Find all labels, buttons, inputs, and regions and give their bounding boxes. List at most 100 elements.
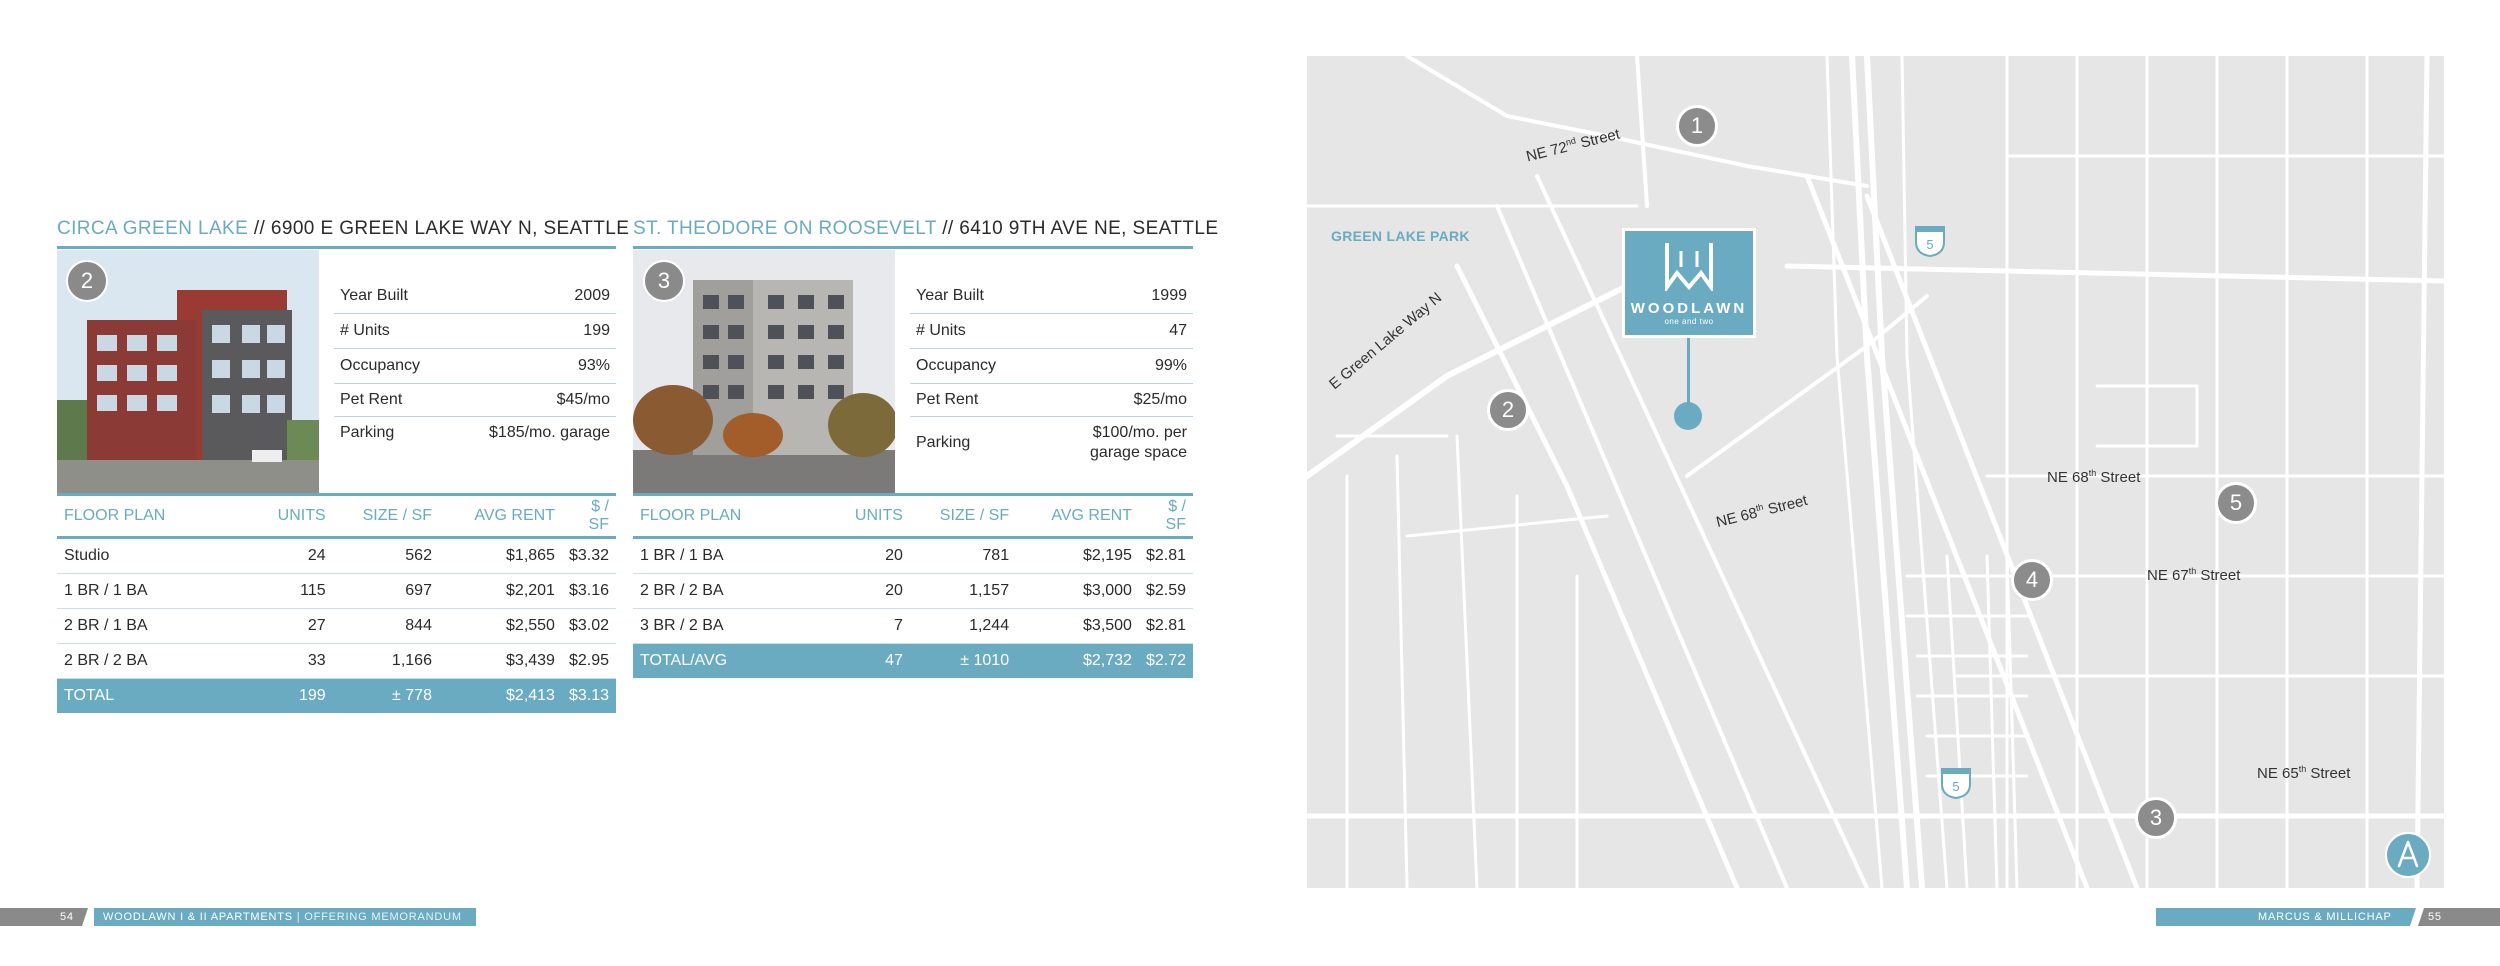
- cell: 3 BR / 2 BA: [633, 608, 828, 644]
- fact-row-parking: Parking $185/mo. garage: [334, 417, 616, 449]
- fact-row-occupancy: Occupancy 99%: [910, 349, 1193, 384]
- table-header-row: FLOOR PLAN UNITS SIZE / SF AVG RENT $ / …: [633, 493, 1193, 539]
- footer-doc-name: WOODLAWN I & II APARTMENTS: [103, 911, 293, 923]
- cell: $3,000: [1016, 573, 1139, 609]
- map-marker-4[interactable]: 4: [2011, 559, 2053, 601]
- footer-slash-divider: [2410, 908, 2424, 926]
- right-property-title: ST. THEODORE ON ROOSEVELT // 6410 9TH AV…: [633, 218, 1218, 240]
- col-size: SIZE / SF: [332, 493, 439, 539]
- cell: $2,732: [1016, 643, 1139, 678]
- footer-right-page-number: 55: [2428, 911, 2442, 923]
- cell: $3.13: [561, 678, 616, 713]
- left-property-address: // 6900 E GREEN LAKE WAY N, SEATTLE: [248, 218, 630, 239]
- cell: 844: [332, 608, 439, 644]
- property-badge-2: 2: [66, 260, 108, 302]
- cell: $2,201: [438, 573, 562, 609]
- cell: $2.95: [561, 643, 616, 679]
- fact-value: 93%: [577, 357, 610, 374]
- map-marker-5[interactable]: 5: [2215, 482, 2257, 524]
- fact-value: 1999: [1151, 286, 1187, 304]
- col-floor-plan: FLOOR PLAN: [57, 493, 250, 539]
- cell: 1 BR / 1 BA: [57, 573, 250, 609]
- table-header-row: FLOOR PLAN UNITS SIZE / SF AVG RENT $ / …: [57, 493, 616, 539]
- cell: 2 BR / 2 BA: [57, 643, 250, 679]
- cell: $2.81: [1138, 608, 1193, 644]
- cell: 33: [249, 643, 333, 679]
- table-row: Studio 24 562 $1,865 $3.32: [57, 537, 616, 574]
- cell: 47: [827, 643, 910, 678]
- cell: $2.81: [1138, 537, 1193, 574]
- table-total-row: TOTAL/AVG 47 ± 1010 $2,732 $2.72: [633, 643, 1193, 678]
- fact-row-pet-rent: Pet Rent $45/mo: [334, 384, 616, 417]
- street-text: NE 65: [2257, 765, 2299, 782]
- fact-row-parking: Parking $100/mo. per garage space: [910, 417, 1193, 469]
- cell: 24: [249, 537, 333, 574]
- street-text: Street: [2196, 567, 2241, 584]
- cell: $3,439: [438, 643, 562, 679]
- left-property-title: CIRCA GREEN LAKE // 6900 E GREEN LAKE WA…: [57, 218, 629, 240]
- cell: ± 778: [332, 678, 439, 713]
- table-row: 1 BR / 1 BA 115 697 $2,201 $3.16: [57, 573, 616, 609]
- street-text: NE 68: [2047, 469, 2089, 486]
- street-label-ne-65th: NE 65th Street: [2257, 764, 2350, 782]
- cell: $2,195: [1016, 537, 1139, 574]
- footer-left-page-number: 54: [60, 911, 74, 923]
- fact-value: $25/mo: [1133, 391, 1187, 408]
- map-marker-3[interactable]: 3: [2135, 797, 2177, 839]
- fact-label: Parking: [340, 424, 395, 441]
- interstate-5-shield-icon: 5: [1941, 768, 1971, 800]
- right-property-name: ST. THEODORE ON ROOSEVELT: [633, 218, 937, 239]
- street-text: Street: [2096, 469, 2141, 486]
- map-marker-2[interactable]: 2: [1487, 389, 1529, 431]
- cell: $3.32: [561, 537, 616, 574]
- fact-label: Pet Rent: [916, 391, 979, 408]
- fact-label: Parking: [916, 434, 971, 451]
- right-property-address: // 6410 9TH AVE NE, SEATTLE: [936, 218, 1219, 239]
- cell: $2.59: [1138, 573, 1193, 609]
- woodlawn-w-logo-icon: [1665, 243, 1713, 294]
- footer-doc-type: | OFFERING MEMORANDUM: [292, 911, 462, 923]
- left-title-rule: [57, 246, 616, 249]
- right-floor-plan-table: FLOOR PLAN UNITS SIZE / SF AVG RENT $ / …: [633, 493, 1193, 678]
- fact-row-year-built: Year Built 2009: [334, 278, 616, 314]
- cell: 2 BR / 2 BA: [633, 573, 828, 609]
- cell: $3,500: [1016, 608, 1139, 644]
- interstate-number: 5: [1952, 779, 1959, 794]
- left-facts-list: Year Built 2009 # Units 199 Occupancy 93…: [334, 278, 616, 449]
- street-text: Street: [2306, 765, 2351, 782]
- interstate-5-shield-icon: 5: [1915, 226, 1945, 258]
- cell: TOTAL/AVG: [633, 643, 828, 678]
- fact-value: 199: [583, 322, 610, 339]
- cell: 27: [249, 608, 333, 644]
- cell: 1 BR / 1 BA: [633, 537, 828, 574]
- footer-left-title: WOODLAWN I & II APARTMENTS | OFFERING ME…: [103, 908, 462, 926]
- footer-left-page-bar: [0, 908, 88, 926]
- map-marker-1[interactable]: 1: [1676, 105, 1718, 147]
- cell: 1,157: [909, 573, 1017, 609]
- property-badge-3: 3: [643, 260, 685, 302]
- fact-label: Year Built: [340, 286, 408, 304]
- cell: 1,166: [332, 643, 439, 679]
- street-label-ne-67th: NE 67th Street: [2147, 566, 2240, 584]
- right-facts-list: Year Built 1999 # Units 47 Occupancy 99%…: [910, 278, 1193, 469]
- fact-row-units: # Units 199: [334, 314, 616, 349]
- cell: 781: [909, 537, 1017, 574]
- cell: 20: [827, 573, 910, 609]
- col-floor-plan: FLOOR PLAN: [633, 493, 828, 539]
- woodlawn-logo-marker[interactable]: WOODLAWN one and two: [1622, 228, 1756, 338]
- col-avg-rent: AVG RENT: [1016, 493, 1139, 539]
- col-units: UNITS: [249, 493, 333, 539]
- cell: $3.16: [561, 573, 616, 609]
- fact-value: 47: [1169, 322, 1187, 339]
- subject-property-pin[interactable]: [1674, 402, 1702, 430]
- street-label-ne-68th-east: NE 68th Street: [2047, 468, 2140, 486]
- cell: 1,244: [909, 608, 1017, 644]
- neighborhood-map[interactable]: GREEN LAKE PARK NE 72nd Street E Green L…: [1307, 56, 2444, 888]
- cell: $2,550: [438, 608, 562, 644]
- cell: 2 BR / 1 BA: [57, 608, 250, 644]
- table-row: 2 BR / 2 BA 33 1,166 $3,439 $2.95: [57, 643, 616, 679]
- footer-right-title: MARCUS & MILLICHAP: [2258, 911, 2392, 923]
- cell: 115: [249, 573, 333, 609]
- col-psf: $ / SF: [1138, 493, 1193, 539]
- table-row: 2 BR / 2 BA 20 1,157 $3,000 $2.59: [633, 573, 1193, 609]
